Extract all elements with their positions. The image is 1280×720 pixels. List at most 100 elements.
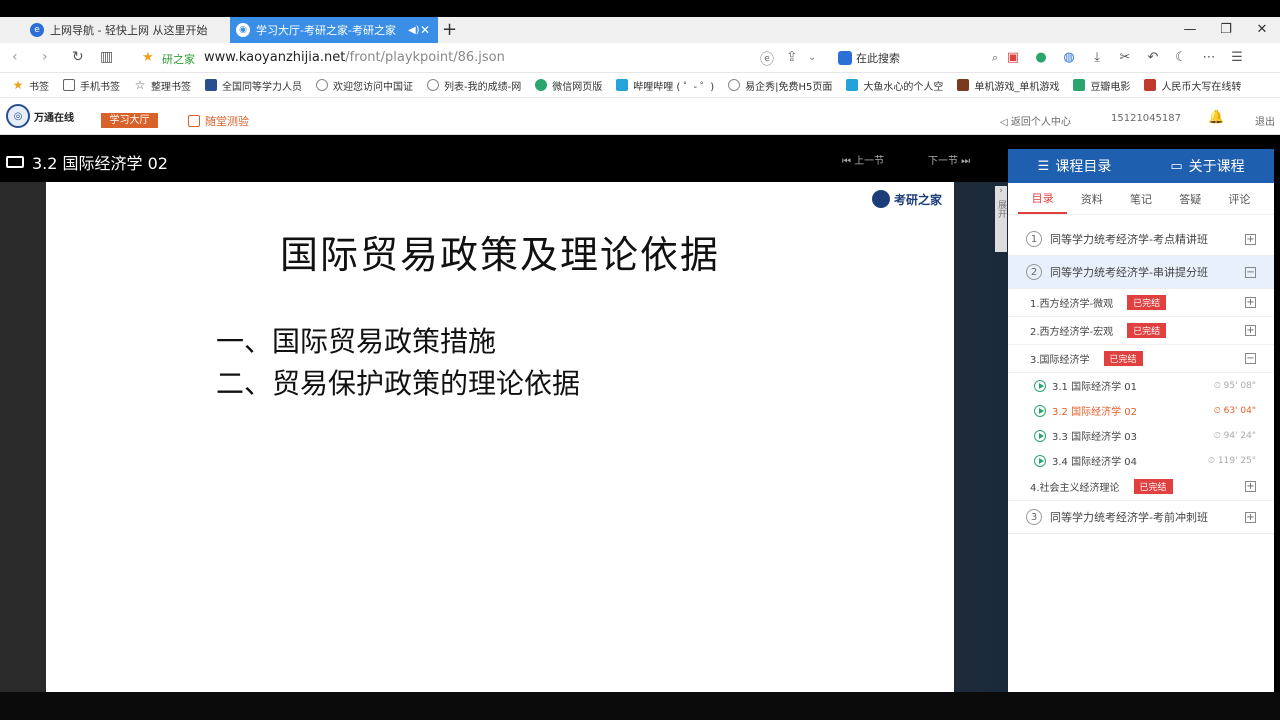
undo-icon[interactable]: ↶ xyxy=(1144,48,1162,66)
globe-icon xyxy=(427,79,439,91)
bookmark-item[interactable]: 欢迎您访问中国证 xyxy=(316,78,413,93)
prev-lesson-button[interactable]: ⏮ 上一节 xyxy=(842,152,884,167)
bookmark-item[interactable]: 列表-我的成绩-网 xyxy=(427,78,521,93)
clock-icon: ⏲ xyxy=(1213,430,1224,441)
back-icon[interactable]: ‹ xyxy=(12,49,18,65)
expand-icon[interactable]: + xyxy=(1245,297,1256,308)
tab-label: 学习大厅-考研之家-考研之家 xyxy=(256,24,396,37)
night-mode-icon[interactable]: ☾ xyxy=(1172,48,1190,66)
new-tab-button[interactable]: + xyxy=(442,19,457,40)
subtab-materials[interactable]: 资料 xyxy=(1067,185,1116,213)
tab-about-course[interactable]: ▭ 关于课程 xyxy=(1141,149,1274,183)
expand-icon[interactable]: + xyxy=(1245,325,1256,336)
ie-mode-icon[interactable]: ⓔ xyxy=(760,49,774,69)
search-icon[interactable]: ⌕ xyxy=(992,51,998,65)
back-arrow-icon: ◁ xyxy=(1000,117,1011,128)
bookmark-item[interactable]: 易企秀|免费H5页面 xyxy=(728,78,832,93)
course-item[interactable]: 2 同等学力统考经济学-串讲提分班 − xyxy=(1008,256,1274,289)
back-to-center-link[interactable]: ◁ 返回个人中心 xyxy=(1000,113,1071,128)
chapter-item[interactable]: 4.社会主义经济理论 已完结 + xyxy=(1008,473,1274,501)
collapse-icon[interactable]: − xyxy=(1245,266,1256,278)
bookmark-item[interactable]: 大鱼水心的个人空 xyxy=(846,78,943,93)
chapter-item[interactable]: 3.国际经济学 已完结 − xyxy=(1008,345,1274,373)
reader-icon[interactable]: ▥ xyxy=(100,49,113,65)
search-placeholder: 在此搜索 xyxy=(856,52,900,65)
lesson-item[interactable]: 3.4 国际经济学 04 ⏲ 119' 25" xyxy=(1008,448,1274,473)
site-favicon-icon: ◉ xyxy=(236,23,250,37)
lesson-item-current[interactable]: 3.2 国际经济学 02 ⏲ 63' 04" xyxy=(1008,398,1274,423)
forward-icon[interactable]: › xyxy=(42,49,48,65)
more-icon[interactable]: ⋯ xyxy=(1200,48,1218,66)
star-icon: ★ xyxy=(12,78,24,92)
bookmark-item[interactable]: 哔哩哔哩 ( ゜- ゜) xyxy=(616,78,714,93)
app-icon[interactable]: ▣ xyxy=(1004,48,1022,66)
sound-icon[interactable]: ◀) xyxy=(408,25,420,36)
game-icon xyxy=(957,79,970,91)
subtab-qa[interactable]: 答疑 xyxy=(1166,185,1215,213)
window-close-button[interactable]: ✕ xyxy=(1244,17,1280,43)
sub-tabs: 目录 资料 笔记 答疑 评论 xyxy=(1008,183,1274,215)
chevron-down-icon[interactable]: ⌄ xyxy=(808,52,816,63)
logo-text: 万通在线 xyxy=(34,112,74,124)
play-icon xyxy=(1034,429,1046,442)
wechat-icon[interactable]: ● xyxy=(1032,48,1050,66)
quiz-link[interactable]: 随堂测验 xyxy=(188,113,249,129)
minimize-button[interactable]: — xyxy=(1172,17,1208,43)
lesson-item[interactable]: 3.1 国际经济学 01 ⏲ 95' 08" xyxy=(1008,373,1274,398)
course-item[interactable]: 1 同等学力统考经济学-考点精讲班 + xyxy=(1008,223,1274,256)
bookmark-item[interactable]: ☆ 整理书签 xyxy=(134,78,191,93)
chapter-item[interactable]: 1.西方经济学-微观 已完结 + xyxy=(1008,289,1274,317)
panel-tabs: ☰ 课程目录 ▭ 关于课程 xyxy=(1008,149,1274,183)
site-name: 研之家 xyxy=(162,53,195,66)
bookmark-item[interactable]: 单机游戏_单机游戏 xyxy=(957,78,1059,93)
search-input[interactable]: 在此搜索 ⌕ xyxy=(838,49,998,67)
reload-icon[interactable]: ↻ xyxy=(72,49,84,65)
menu-icon[interactable]: ☰ xyxy=(1228,48,1246,66)
bookmark-item[interactable]: 手机书签 xyxy=(63,78,120,93)
subtab-catalog[interactable]: 目录 xyxy=(1018,184,1068,214)
user-phone[interactable]: 15121045187 xyxy=(1111,113,1181,124)
chapter-item[interactable]: 2.西方经济学-宏观 已完结 + xyxy=(1008,317,1274,345)
lesson-duration: ⏲ 63' 04" xyxy=(1213,405,1256,416)
subtab-notes[interactable]: 笔记 xyxy=(1116,185,1165,213)
cap-icon xyxy=(205,79,217,91)
lesson-item[interactable]: 3.3 国际经济学 03 ⏲ 94' 24" xyxy=(1008,423,1274,448)
expand-icon[interactable]: + xyxy=(1245,233,1256,245)
url-field[interactable]: www.kaoyanzhijia.net/front/playkpoint/86… xyxy=(204,50,505,65)
site-logo[interactable]: ◎ 万通在线 xyxy=(6,104,74,128)
study-hall-button[interactable]: 学习大厅 xyxy=(101,113,158,128)
clock-icon: ⏲ xyxy=(1208,455,1218,466)
tab-course-catalog[interactable]: ☰ 课程目录 xyxy=(1008,149,1141,183)
bell-icon[interactable]: 🔔 xyxy=(1208,110,1224,125)
course-item[interactable]: 3 同等学力统考经济学-考前冲刺班 + xyxy=(1008,501,1274,534)
logout-link[interactable]: 退出 xyxy=(1255,113,1275,128)
favorite-star-icon[interactable]: ★ xyxy=(142,50,154,65)
share-icon[interactable]: ⇪ xyxy=(786,49,798,65)
expand-icon[interactable]: + xyxy=(1245,481,1256,492)
lesson-duration: ⏲ 119' 25" xyxy=(1208,455,1256,466)
tab-navigation[interactable]: e 上网导航 - 轻快上网 从这里开始 xyxy=(30,17,230,43)
subtab-comments[interactable]: 评论 xyxy=(1215,185,1264,213)
prev-icon: ⏮ xyxy=(842,156,855,167)
close-icon[interactable]: ✕ xyxy=(420,23,430,37)
tab-study-hall[interactable]: ◉ 学习大厅-考研之家-考研之家 ◀) ✕ xyxy=(230,17,438,43)
download-icon[interactable]: ⤓ xyxy=(1088,48,1106,66)
bookmark-item[interactable]: 全国同等学力人员 xyxy=(205,78,302,93)
bookmark-item[interactable]: 微信网页版 xyxy=(535,78,602,93)
collapse-icon[interactable]: − xyxy=(1245,353,1256,364)
panel-toggle[interactable]: › 展开 xyxy=(995,186,1007,252)
expand-icon[interactable]: + xyxy=(1245,511,1256,523)
restore-button[interactable]: ❐ xyxy=(1208,17,1244,43)
play-icon xyxy=(1034,379,1046,392)
bookmark-item[interactable]: 豆瓣电影 xyxy=(1073,78,1130,93)
next-icon: ⏭ xyxy=(958,156,971,167)
bookmark-item[interactable]: ★ 书签 xyxy=(12,78,49,93)
chat-icon[interactable]: ◍ xyxy=(1060,48,1078,66)
site-header: ◎ 万通在线 学习大厅 随堂测验 ◁ 返回个人中心 15121045187 🔔 … xyxy=(0,98,1280,135)
screenshot-icon[interactable]: ✂ xyxy=(1116,48,1134,66)
search-engine-icon[interactable] xyxy=(838,51,852,65)
slide-logo-icon xyxy=(871,190,890,208)
bookmark-item[interactable]: 人民币大写在线转 xyxy=(1144,78,1241,93)
play-icon xyxy=(1034,454,1046,467)
next-lesson-button[interactable]: 下一节 ⏭ xyxy=(928,152,970,167)
